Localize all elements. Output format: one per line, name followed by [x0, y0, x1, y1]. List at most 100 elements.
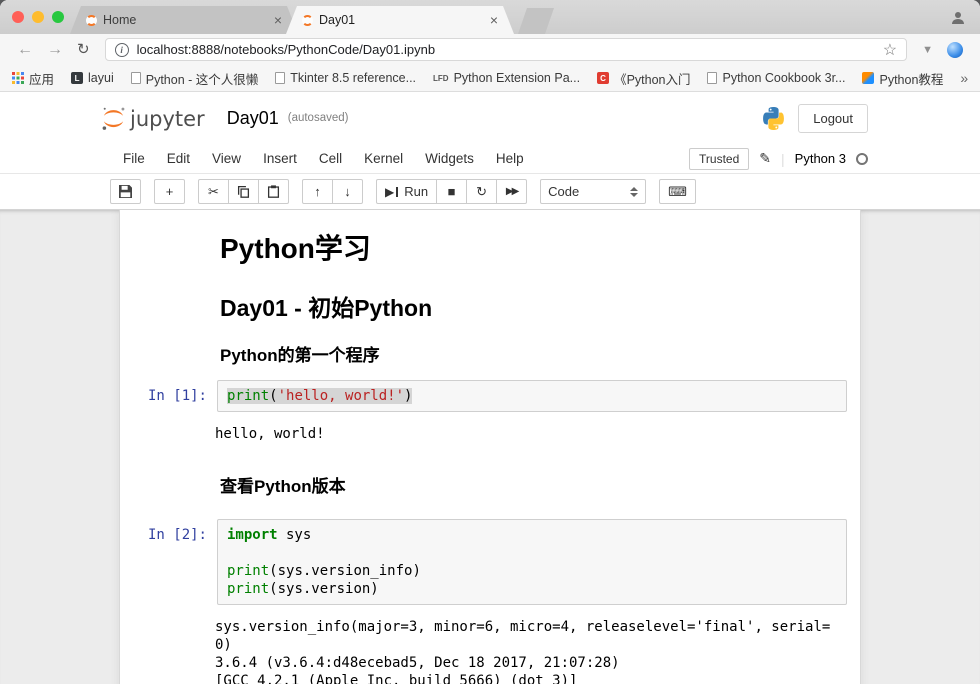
restart-run-all-button[interactable]: ▶▶ — [496, 179, 527, 204]
page-icon — [275, 72, 285, 84]
menu-edit[interactable]: Edit — [156, 147, 201, 170]
bookmark-star-icon[interactable]: ☆ — [883, 40, 897, 60]
bookmark-tkinter-reference[interactable]: Tkinter 8.5 reference... — [275, 71, 416, 85]
bookmarks-bar: 应用 L layui Python - 这个人很懒 Tkinter 8.5 re… — [0, 65, 980, 92]
page-icon — [131, 72, 141, 84]
code-cell-1[interactable]: In [1]: print('hello, world!') — [120, 373, 860, 419]
url-input[interactable]: i localhost:8888/notebooks/PythonCode/Da… — [105, 38, 908, 61]
site-info-icon[interactable]: i — [115, 43, 129, 57]
window-titlebar: Home × Day01 × — [0, 0, 980, 34]
menu-view[interactable]: View — [201, 147, 252, 170]
code-input[interactable]: print('hello, world!') — [217, 380, 847, 412]
browser-window: Home × Day01 × ← → ↻ i localhost:8888/no… — [0, 0, 980, 684]
forward-icon[interactable]: → — [40, 42, 70, 58]
markdown-cell-day01[interactable]: Day01 - 初始Python — [120, 284, 860, 336]
new-tab-button[interactable] — [518, 8, 554, 34]
bookmark-python-tutorial[interactable]: Python教程 — [862, 69, 943, 88]
python-logo-icon — [761, 106, 786, 131]
bookmark-label: Python Cookbook 3r... — [722, 71, 845, 85]
back-icon[interactable]: ← — [10, 42, 40, 58]
jupyter-logo-icon — [100, 105, 127, 132]
address-toolbar: ← → ↻ i localhost:8888/notebooks/PythonC… — [0, 34, 980, 65]
run-label: Run — [404, 184, 428, 199]
bookmarks-overflow-icon[interactable]: » — [960, 70, 968, 86]
notebook-title[interactable]: Day01 — [227, 108, 279, 129]
bookmark-label: layui — [88, 71, 114, 85]
trusted-button[interactable]: Trusted — [689, 148, 749, 170]
lfd-icon: LFD — [433, 74, 449, 83]
floppy-icon — [119, 185, 132, 198]
play-icon: ▶ — [385, 185, 394, 199]
bookmark-label: Python - 这个人很懒 — [146, 69, 259, 88]
jupyter-logo[interactable]: jupyter — [100, 105, 205, 132]
heading-python-study: Python学习 — [220, 227, 855, 267]
notebook-toolbar: + ✂ ↑ ↓ ▶ Run ■ ↻ ▶▶ Code ⌨ — [0, 174, 980, 210]
bookmark-apps[interactable]: 应用 — [12, 69, 54, 88]
reload-icon[interactable]: ↻ — [70, 42, 97, 57]
tab-strip: Home × Day01 × — [70, 6, 554, 34]
book-icon — [707, 72, 717, 84]
run-cell-button[interactable]: ▶ Run — [376, 179, 437, 204]
copy-cell-button[interactable] — [228, 179, 259, 204]
profile-icon[interactable] — [950, 10, 966, 26]
jupyter-favicon-icon — [86, 15, 97, 26]
move-cell-up-button[interactable]: ↑ — [302, 179, 333, 204]
logout-button[interactable]: Logout — [798, 104, 868, 133]
output-prompt — [125, 423, 215, 445]
code-input[interactable]: import sys print(sys.version_info)print(… — [217, 519, 847, 605]
bookmark-label: 《Python入门 — [614, 69, 690, 88]
save-button[interactable] — [110, 179, 141, 204]
tab-title: Home — [103, 13, 268, 27]
tab-home[interactable]: Home × — [70, 6, 298, 34]
input-prompt: In [2]: — [127, 519, 217, 605]
download-indicator-icon[interactable]: ▼ — [915, 44, 940, 56]
output-text: hello, world! — [215, 423, 849, 445]
add-cell-button[interactable]: + — [154, 179, 185, 204]
select-arrows-icon — [630, 187, 638, 197]
input-prompt: In [1]: — [127, 380, 217, 412]
bookmark-python-intro[interactable]: C 《Python入门 — [597, 69, 690, 88]
url-text[interactable]: localhost:8888/notebooks/PythonCode/Day0… — [137, 42, 875, 57]
minimize-window-button[interactable] — [32, 11, 44, 23]
menu-kernel[interactable]: Kernel — [353, 147, 414, 170]
cut-cell-button[interactable]: ✂ — [198, 179, 229, 204]
markdown-cell-title[interactable]: Python学习 — [120, 222, 860, 284]
code-cell-2[interactable]: In [2]: import sys print(sys.version_inf… — [120, 512, 860, 612]
interrupt-kernel-button[interactable]: ■ — [436, 179, 467, 204]
notebook-site[interactable]: Python学习 Day01 - 初始Python Python的第一个程序 I… — [0, 210, 980, 684]
divider: | — [781, 151, 785, 167]
bookmark-layui[interactable]: L layui — [71, 71, 114, 85]
restart-kernel-button[interactable]: ↻ — [466, 179, 497, 204]
menu-widgets[interactable]: Widgets — [414, 147, 485, 170]
menu-help[interactable]: Help — [485, 147, 535, 170]
kernel-status-icon — [856, 153, 868, 165]
markdown-cell-first-program[interactable]: Python的第一个程序 — [120, 336, 860, 373]
markdown-cell-check-version[interactable]: 查看Python版本 — [120, 467, 860, 504]
tab-day01[interactable]: Day01 × — [286, 6, 514, 34]
bookmark-python-lazy[interactable]: Python - 这个人很懒 — [131, 69, 259, 88]
paste-cell-button[interactable] — [258, 179, 289, 204]
bookmark-python-extension-packages[interactable]: LFD Python Extension Pa... — [433, 71, 580, 85]
feather-icon — [862, 72, 874, 84]
extension-globe-icon[interactable] — [947, 42, 963, 58]
notebook-menubar: File Edit View Insert Cell Kernel Widget… — [0, 144, 980, 174]
close-tab-icon[interactable]: × — [490, 13, 498, 27]
bookmark-label: 应用 — [29, 69, 54, 88]
menu-file[interactable]: File — [112, 147, 156, 170]
edit-mode-pencil-icon: ✎ — [759, 150, 771, 167]
close-tab-icon[interactable]: × — [274, 13, 282, 27]
move-cell-down-button[interactable]: ↓ — [332, 179, 363, 204]
copy-icon — [237, 185, 250, 198]
cell-type-value: Code — [548, 184, 579, 199]
output-area-1: hello, world! — [120, 419, 860, 453]
menu-insert[interactable]: Insert — [252, 147, 308, 170]
output-prompt — [125, 616, 215, 684]
menu-cell[interactable]: Cell — [308, 147, 353, 170]
zoom-window-button[interactable] — [52, 11, 64, 23]
close-window-button[interactable] — [12, 11, 24, 23]
cell-type-select[interactable]: Code — [540, 179, 646, 204]
bookmark-python-cookbook[interactable]: Python Cookbook 3r... — [707, 71, 845, 85]
command-palette-button[interactable]: ⌨ — [659, 179, 696, 204]
jupyter-favicon-icon — [302, 15, 313, 26]
notebook-page: Python学习 Day01 - 初始Python Python的第一个程序 I… — [119, 210, 861, 684]
